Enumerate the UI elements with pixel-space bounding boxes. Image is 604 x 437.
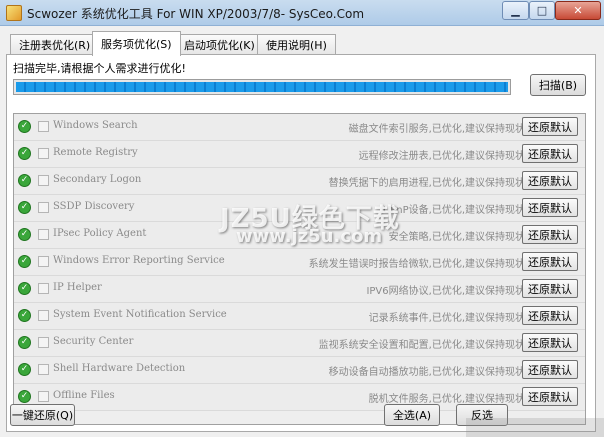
check-circle-icon: ✓ bbox=[18, 363, 31, 376]
service-checkbox[interactable] bbox=[38, 337, 49, 348]
service-row: ✓ IPsec Policy Agent 安全策略,已优化,建议保持现状 还原默认 bbox=[14, 222, 585, 249]
service-checkbox[interactable] bbox=[38, 283, 49, 294]
service-row: ✓ System Event Notification Service 记录系统事件… bbox=[14, 303, 585, 330]
service-row: ✓ Secondary Logon 替换凭据下的启用进程,已优化,建议保持现状 还原默… bbox=[14, 168, 585, 195]
service-list[interactable]: ✓ Windows Search 磁盘文件索引服务,已优化,建议保持现状 还原默认 ✓ R… bbox=[13, 113, 586, 425]
scan-progress-bar bbox=[13, 79, 511, 95]
service-checkbox[interactable] bbox=[38, 202, 49, 213]
service-description: 监视系统安全设置和配置,已优化,建议保持现状 bbox=[318, 340, 525, 351]
check-circle-icon: ✓ bbox=[18, 282, 31, 295]
restore-default-button[interactable]: 还原默认 bbox=[522, 198, 578, 217]
service-description: 替换凭据下的启用进程,已优化,建议保持现状 bbox=[328, 178, 525, 189]
window-title: Scwozer 系统优化工具 For WIN XP/2003/7/8- SysC… bbox=[27, 7, 365, 21]
tab-services[interactable]: 服务项优化(S) bbox=[92, 31, 181, 56]
scan-button[interactable]: 扫描(B) bbox=[530, 74, 586, 96]
check-circle-icon: ✓ bbox=[18, 147, 31, 160]
service-row: ✓ SSDP Discovery UPnP设备,已优化,建议保持现状 还原默认 bbox=[14, 195, 585, 222]
service-checkbox[interactable] bbox=[38, 364, 49, 375]
tab-startup[interactable]: 启动项优化(K) bbox=[175, 34, 264, 55]
service-name: IPsec Policy Agent bbox=[53, 228, 147, 239]
service-description: 记录系统事件,已优化,建议保持现状 bbox=[368, 313, 525, 324]
service-name: Secondary Logon bbox=[53, 174, 142, 185]
restore-default-button[interactable]: 还原默认 bbox=[522, 333, 578, 352]
service-checkbox[interactable] bbox=[38, 391, 49, 402]
restore-default-button[interactable]: 还原默认 bbox=[522, 387, 578, 406]
service-description: 移动设备自动播放功能,已优化,建议保持现状 bbox=[328, 367, 525, 378]
watermark-corner bbox=[466, 418, 604, 437]
restore-default-button[interactable]: 还原默认 bbox=[522, 306, 578, 325]
service-name: SSDP Discovery bbox=[53, 201, 135, 212]
status-message: 扫描完毕,请根据个人需求进行优化! bbox=[13, 62, 186, 75]
app-icon bbox=[6, 5, 22, 21]
restore-default-button[interactable]: 还原默认 bbox=[522, 171, 578, 190]
service-description: 脱机文件服务,已优化,建议保持现状 bbox=[368, 394, 525, 405]
restore-default-button[interactable]: 还原默认 bbox=[522, 117, 578, 136]
service-checkbox[interactable] bbox=[38, 229, 49, 240]
restore-default-button[interactable]: 还原默认 bbox=[522, 144, 578, 163]
service-name: IP Helper bbox=[53, 282, 102, 293]
service-checkbox[interactable] bbox=[38, 121, 49, 132]
service-description: 安全策略,已优化,建议保持现状 bbox=[388, 232, 525, 243]
check-circle-icon: ✓ bbox=[18, 336, 31, 349]
select-all-button[interactable]: 全选(A) bbox=[384, 404, 440, 426]
service-name: Offline Files bbox=[53, 390, 115, 401]
service-row: ✓ Security Center 监视系统安全设置和配置,已优化,建议保持现状 还原… bbox=[14, 330, 585, 357]
service-description: 系统发生错误时报告给微软,已优化,建议保持现状 bbox=[308, 259, 525, 270]
restore-default-button[interactable]: 还原默认 bbox=[522, 360, 578, 379]
service-name: Security Center bbox=[53, 336, 134, 347]
check-circle-icon: ✓ bbox=[18, 174, 31, 187]
check-circle-icon: ✓ bbox=[18, 120, 31, 133]
restore-all-button[interactable]: 一键还原(Q) bbox=[10, 404, 75, 426]
minimize-button[interactable]: ▁ bbox=[502, 1, 529, 20]
close-button[interactable]: ✕ bbox=[555, 1, 601, 20]
service-description: IPV6网络协议,已优化,建议保持现状 bbox=[366, 286, 525, 297]
service-name: Windows Search bbox=[53, 120, 138, 131]
service-row: ✓ Windows Error Reporting Service 系统发生错误时报… bbox=[14, 249, 585, 276]
service-description: 远程修改注册表,已优化,建议保持现状 bbox=[358, 151, 525, 162]
service-checkbox[interactable] bbox=[38, 175, 49, 186]
restore-default-button[interactable]: 还原默认 bbox=[522, 252, 578, 271]
service-name: Windows Error Reporting Service bbox=[53, 255, 225, 266]
check-circle-icon: ✓ bbox=[18, 309, 31, 322]
window-body: 注册表优化(R) 服务项优化(S) 启动项优化(K) 使用说明(H) 扫描完毕,… bbox=[0, 26, 604, 437]
restore-default-button[interactable]: 还原默认 bbox=[522, 279, 578, 298]
title-bar: Scwozer 系统优化工具 For WIN XP/2003/7/8- SysC… bbox=[0, 0, 604, 26]
tab-help[interactable]: 使用说明(H) bbox=[257, 34, 336, 55]
service-row: ✓ Windows Search 磁盘文件索引服务,已优化,建议保持现状 还原默认 bbox=[14, 114, 585, 141]
service-name: Shell Hardware Detection bbox=[53, 363, 186, 374]
service-description: 磁盘文件索引服务,已优化,建议保持现状 bbox=[348, 124, 525, 135]
service-description: UPnP设备,已优化,建议保持现状 bbox=[383, 205, 525, 216]
service-name: System Event Notification Service bbox=[53, 309, 227, 320]
service-checkbox[interactable] bbox=[38, 310, 49, 321]
maximize-button[interactable]: □ bbox=[529, 1, 555, 20]
service-checkbox[interactable] bbox=[38, 148, 49, 159]
check-circle-icon: ✓ bbox=[18, 255, 31, 268]
service-checkbox[interactable] bbox=[38, 256, 49, 267]
check-circle-icon: ✓ bbox=[18, 201, 31, 214]
progress-fill bbox=[16, 82, 508, 92]
service-name: Remote Registry bbox=[53, 147, 138, 158]
tab-registry[interactable]: 注册表优化(R) bbox=[10, 34, 100, 55]
check-circle-icon: ✓ bbox=[18, 390, 31, 403]
restore-default-button[interactable]: 还原默认 bbox=[522, 225, 578, 244]
service-row: ✓ Shell Hardware Detection 移动设备自动播放功能,已优化,… bbox=[14, 357, 585, 384]
check-circle-icon: ✓ bbox=[18, 228, 31, 241]
service-row: ✓ IP Helper IPV6网络协议,已优化,建议保持现状 还原默认 bbox=[14, 276, 585, 303]
service-row: ✓ Remote Registry 远程修改注册表,已优化,建议保持现状 还原默认 bbox=[14, 141, 585, 168]
